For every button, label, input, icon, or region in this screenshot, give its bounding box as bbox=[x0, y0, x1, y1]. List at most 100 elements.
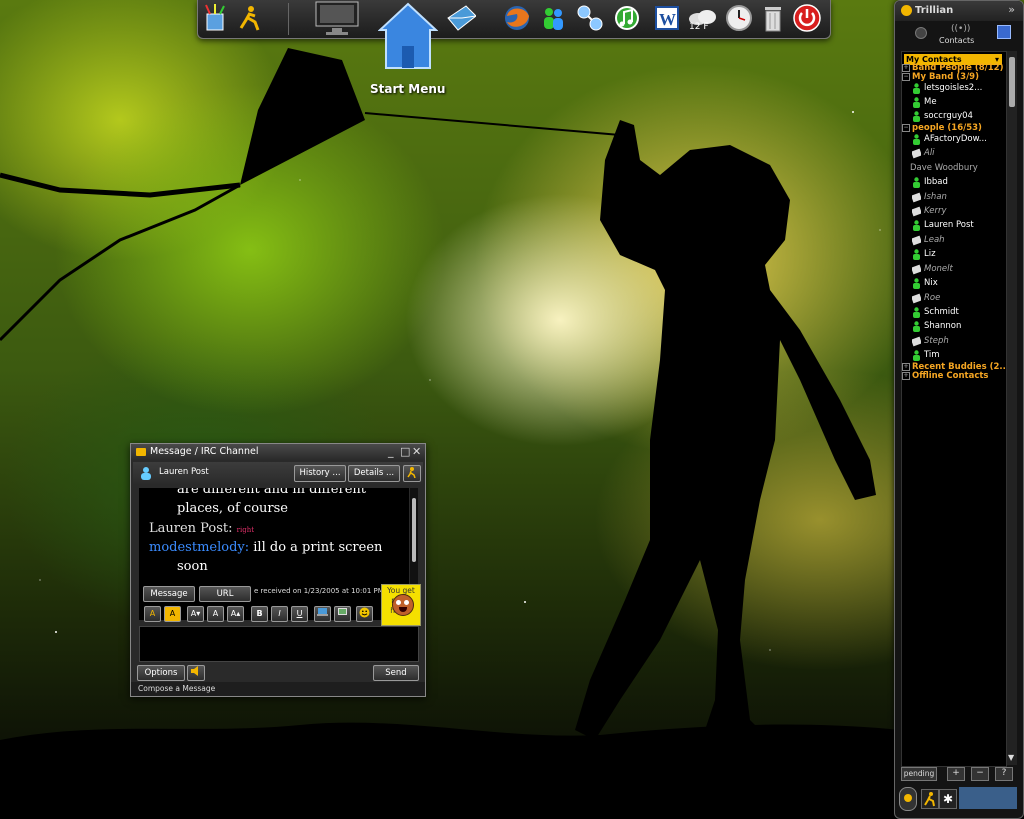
close-icon[interactable]: ✕ bbox=[412, 445, 421, 458]
trillian-bottom-bar: pending + − ? bbox=[901, 767, 1017, 781]
music-note-icon[interactable] bbox=[612, 3, 642, 33]
history-button[interactable]: History ... bbox=[294, 465, 346, 482]
buddy-away-icon bbox=[912, 192, 921, 203]
pending-button[interactable]: pending bbox=[901, 767, 937, 781]
buddy-online-icon bbox=[913, 350, 920, 361]
buddy-emote-image: You get more horny bbox=[381, 584, 421, 626]
maximize-icon[interactable]: □ bbox=[400, 445, 410, 458]
trillian-title: Trillian bbox=[915, 5, 954, 16]
scrollbar-thumb[interactable] bbox=[412, 498, 416, 562]
msn-messenger-icon[interactable] bbox=[538, 3, 568, 33]
contact-item[interactable]: Nix bbox=[902, 277, 1006, 290]
status-button[interactable] bbox=[899, 787, 917, 811]
message-window-title-bar[interactable]: Message / IRC Channel _ □ ✕ bbox=[131, 444, 425, 460]
font-size-dropdown[interactable]: A▾ bbox=[187, 606, 204, 622]
power-icon[interactable] bbox=[792, 3, 822, 33]
buddy-away-icon bbox=[912, 148, 921, 159]
contact-item[interactable]: letsgoisles2... bbox=[902, 82, 1006, 95]
contact-item[interactable]: Ibbad bbox=[902, 176, 1006, 189]
details-button[interactable]: Details ... bbox=[348, 465, 400, 482]
text-color-button[interactable]: A bbox=[144, 606, 161, 622]
buddy-online-icon bbox=[913, 177, 920, 188]
buddy-away-icon bbox=[912, 336, 921, 347]
message-window: Message / IRC Channel _ □ ✕ Lauren Post … bbox=[130, 443, 426, 697]
underline-button[interactable]: U bbox=[291, 606, 308, 622]
chat-line: Lauren Post: right bbox=[149, 521, 254, 536]
recycle-bin-icon[interactable] bbox=[758, 3, 788, 33]
received-timestamp: e received on 1/23/2005 at 10:01 PM bbox=[254, 587, 384, 595]
font-larger-button[interactable]: A▴ bbox=[227, 606, 244, 622]
buddy-online-icon bbox=[913, 307, 920, 318]
globe-icon[interactable] bbox=[997, 25, 1011, 39]
contact-item[interactable]: Shannon bbox=[902, 320, 1006, 333]
insert-link-icon[interactable] bbox=[314, 606, 331, 622]
contact-item[interactable]: Dave Woodbury bbox=[910, 162, 978, 175]
chat-text: ill do a print screen bbox=[253, 540, 383, 555]
contact-item[interactable]: Me bbox=[902, 96, 1006, 109]
options-button[interactable]: Options bbox=[137, 665, 185, 681]
word-icon[interactable]: W bbox=[652, 3, 682, 33]
contact-item[interactable]: Kerry bbox=[902, 205, 1006, 218]
profile-icon[interactable] bbox=[403, 465, 421, 482]
contact-item[interactable]: Monelt bbox=[902, 263, 1006, 276]
contact-item[interactable]: Ali bbox=[902, 147, 1006, 160]
buddy-online-icon bbox=[913, 83, 920, 94]
buddy-away-icon bbox=[912, 235, 921, 246]
pencil-cup-icon[interactable] bbox=[200, 3, 230, 33]
aim-running-man-icon[interactable] bbox=[921, 789, 939, 809]
mail-envelope-icon[interactable] bbox=[446, 3, 476, 33]
tab-contacts[interactable]: Contacts bbox=[939, 36, 974, 45]
contact-item[interactable]: Lauren Post bbox=[902, 219, 1006, 232]
insert-image-icon[interactable] bbox=[334, 606, 351, 622]
back-icon[interactable] bbox=[915, 27, 927, 39]
clock-icon[interactable] bbox=[724, 3, 754, 33]
remove-contact-button[interactable]: − bbox=[971, 767, 989, 781]
emoticon-icon[interactable] bbox=[356, 606, 373, 622]
home-icon[interactable] bbox=[377, 2, 439, 74]
send-button[interactable]: Send bbox=[373, 665, 419, 681]
minimize-icon[interactable]: _ bbox=[388, 445, 394, 458]
contact-item[interactable]: Leah bbox=[902, 234, 1006, 247]
url-tab[interactable]: URL bbox=[199, 586, 251, 602]
font-smaller-button[interactable]: A bbox=[207, 606, 224, 622]
contact-item[interactable]: Steph bbox=[902, 335, 1006, 348]
trillian-status-bar: ✱ bbox=[899, 785, 1019, 813]
buddy-online-icon bbox=[913, 134, 920, 145]
firefox-icon[interactable] bbox=[502, 3, 532, 33]
contact-item[interactable]: Liz bbox=[902, 248, 1006, 261]
start-menu-label[interactable]: Start Menu bbox=[370, 82, 445, 96]
aim-running-man-icon[interactable] bbox=[234, 3, 264, 33]
contact-list: My Contacts ▾ + Band People (8/12) − My Ban… bbox=[901, 51, 1007, 767]
chat-line: soon bbox=[177, 559, 208, 574]
contact-list-scrollbar[interactable]: ▼ bbox=[1007, 51, 1017, 765]
buddy-online-icon bbox=[913, 249, 920, 260]
monkey-face-icon bbox=[392, 594, 414, 616]
contact-item[interactable]: Schmidt bbox=[902, 306, 1006, 319]
message-input[interactable] bbox=[139, 626, 419, 662]
buddy-icon bbox=[141, 467, 151, 480]
network-status-icon[interactable]: ✱ bbox=[939, 789, 957, 809]
monitor-icon[interactable] bbox=[310, 1, 364, 35]
buddy-away-icon bbox=[912, 206, 921, 217]
add-contact-button[interactable]: + bbox=[947, 767, 965, 781]
highlight-color-button[interactable]: A bbox=[164, 606, 181, 622]
italic-button[interactable]: I bbox=[271, 606, 288, 622]
contact-item[interactable]: Roe bbox=[902, 292, 1006, 305]
top-dock: W 12 F bbox=[197, 0, 831, 39]
scrollbar-thumb[interactable] bbox=[1009, 57, 1015, 107]
collapse-icon[interactable]: » bbox=[1008, 3, 1015, 16]
message-window-title: Message / IRC Channel bbox=[150, 446, 259, 457]
more-options-button[interactable]: ? bbox=[995, 767, 1013, 781]
buddy-online-icon bbox=[913, 97, 920, 108]
group-offline-contacts[interactable]: + Offline Contacts bbox=[902, 370, 989, 383]
contact-item[interactable]: AFactoryDow... bbox=[902, 133, 1006, 146]
trillian-title-bar[interactable]: Trillian » bbox=[895, 1, 1023, 21]
network-icon[interactable] bbox=[574, 3, 604, 33]
speaker-icon[interactable] bbox=[187, 665, 205, 681]
bold-button[interactable]: B bbox=[251, 606, 268, 622]
message-tab[interactable]: Message bbox=[143, 586, 195, 602]
status-message-field[interactable] bbox=[959, 787, 1017, 809]
chat-speaker: Lauren Post: bbox=[149, 521, 233, 536]
scroll-down-arrow-icon[interactable]: ▼ bbox=[1008, 753, 1016, 762]
contact-item[interactable]: Ishan bbox=[902, 191, 1006, 204]
